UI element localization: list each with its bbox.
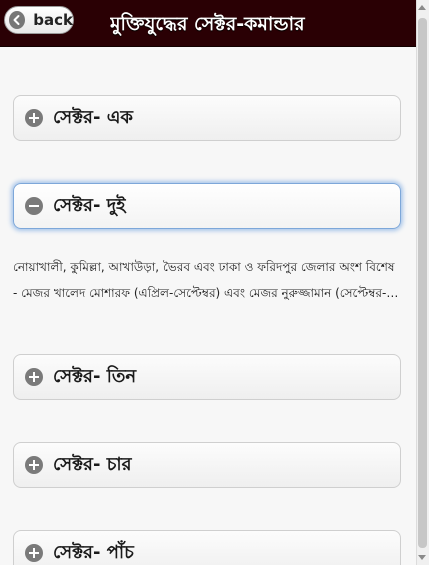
back-arrow-icon — [9, 11, 26, 29]
plus-icon — [25, 109, 43, 127]
section-header-3[interactable]: সেক্টর- তিন — [13, 354, 401, 400]
section-2-area-text: নোয়াখালী, কুমিল্লা, আখাউড়া, ভৈরব এবং ঢ… — [13, 260, 395, 274]
section-label: সেক্টর- দুই — [53, 194, 126, 216]
back-button-label: back — [33, 11, 73, 29]
header-bar: back মুক্তিযুদ্ধের সেক্টর-কমান্ডার — [0, 0, 416, 47]
section-label: সেক্টর- চার — [53, 453, 132, 475]
plus-icon — [25, 456, 43, 474]
section-header-2[interactable]: সেক্টর- দুই — [13, 183, 401, 229]
scrollbar-thumb[interactable] — [418, 18, 427, 548]
section-header-1[interactable]: সেক্টর- এক — [13, 95, 401, 141]
plus-icon — [25, 544, 43, 562]
scroll-down-icon[interactable] — [418, 555, 426, 560]
scroll-up-icon[interactable] — [418, 5, 426, 10]
section-2-commanders-text: - মেজর খালেদ মোশারফ (এপ্রিল-সেপ্টেম্বর) … — [13, 286, 403, 300]
page-title: মুক্তিযুদ্ধের সেক্টর-কমান্ডার — [110, 13, 305, 35]
minus-icon — [25, 197, 43, 215]
back-button[interactable]: back — [4, 6, 74, 34]
vertical-scrollbar[interactable] — [416, 0, 429, 565]
section-label: সেক্টর- এক — [53, 106, 133, 128]
section-label: সেক্টর- তিন — [53, 365, 137, 387]
section-header-5[interactable]: সেক্টর- পাঁচ — [13, 530, 401, 565]
section-header-4[interactable]: সেক্টর- চার — [13, 442, 401, 488]
plus-icon — [25, 368, 43, 386]
app-screen: back মুক্তিযুদ্ধের সেক্টর-কমান্ডার সেক্ট… — [0, 0, 429, 565]
section-label: সেক্টর- পাঁচ — [53, 541, 134, 563]
